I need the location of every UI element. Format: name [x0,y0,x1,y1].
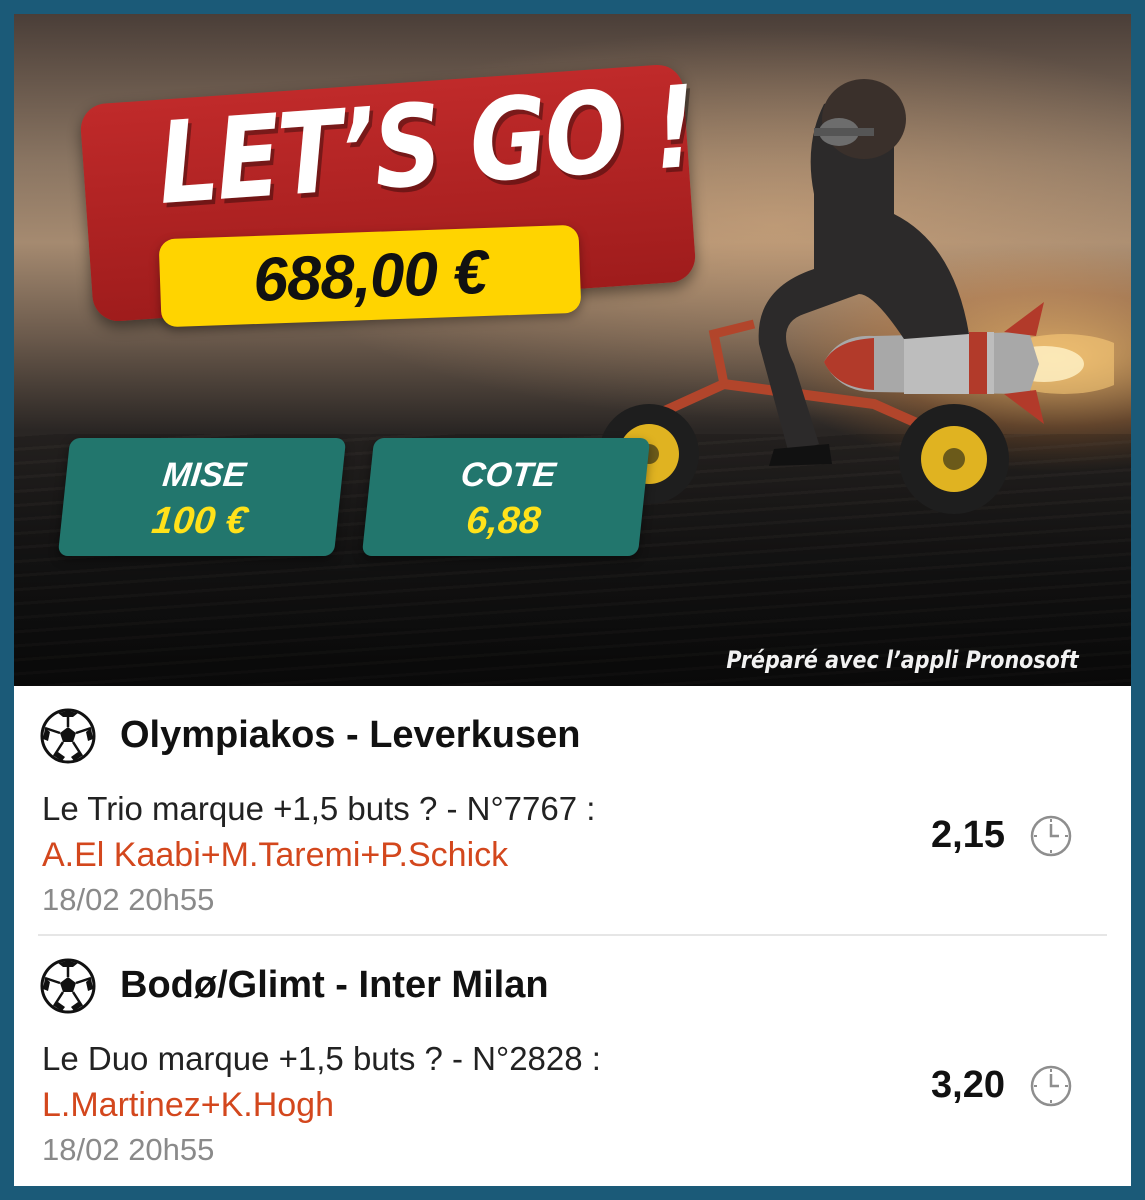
bet-question: Le Duo marque +1,5 buts ? - N°2828 : [42,1040,601,1077]
stake-value: 100 € [149,500,250,542]
match-datetime: 18/02 20h55 [42,882,215,917]
bet-question: Le Trio marque +1,5 buts ? - N°7767 : [42,790,596,827]
soccer-ball-icon [40,708,96,764]
bet-share-card: LET’S GO ! 688,00 € MISE 100 € COTE 6,88… [14,14,1131,1186]
odds-label: COTE [459,456,558,494]
soccer-ball-icon [40,958,96,1014]
bet-selection: L.Martinez+K.Hogh [42,1086,334,1124]
odds-box: COTE 6,88 [361,438,651,556]
stake-label: MISE [160,456,248,494]
match-datetime: 18/02 20h55 [42,1132,215,1167]
bet-selection: A.El Kaabi+M.Taremi+P.Schick [42,836,509,874]
stake-box: MISE 100 € [57,438,347,556]
selection-odds: 3,20 [931,1064,1005,1106]
potential-gain-amount: 688,00 € [252,237,488,315]
clock-icon [1030,815,1072,857]
promo-banner: LET’S GO ! 688,00 € MISE 100 € COTE 6,88… [14,14,1131,686]
potential-gain-badge: 688,00 € [158,224,582,328]
odds-value: 6,88 [464,500,543,542]
selection-odds: 2,15 [931,814,1005,856]
match-title: Bodø/Glimt - Inter Milan [120,964,549,1006]
match-title: Olympiakos - Leverkusen [120,714,581,756]
bet-list: Olympiakos - Leverkusen Le Trio marque +… [14,686,1131,1186]
clock-icon [1030,1065,1072,1107]
bet-item[interactable]: Olympiakos - Leverkusen Le Trio marque +… [14,686,1131,936]
app-credit: Préparé avec l’appli Pronosoft [726,646,1079,674]
bet-item[interactable]: Bodø/Glimt - Inter Milan Le Duo marque +… [14,936,1131,1186]
